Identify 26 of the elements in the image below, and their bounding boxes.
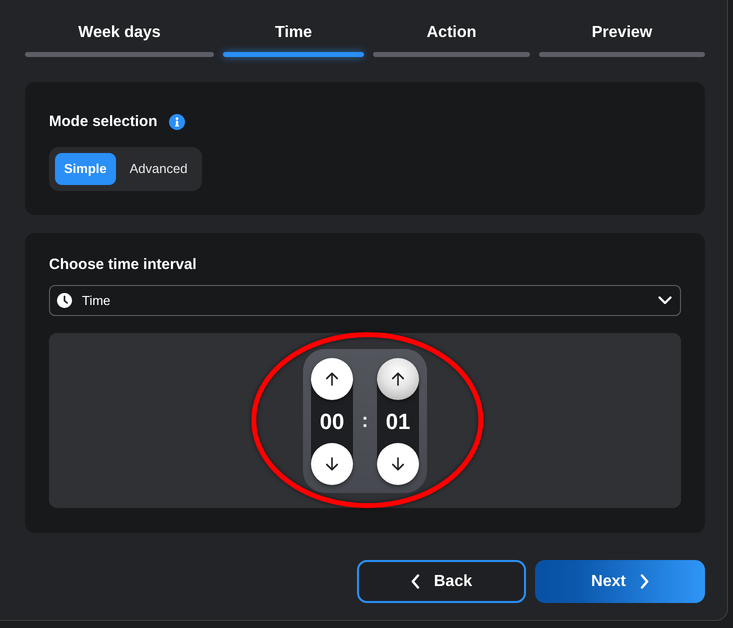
decrement-button[interactable] bbox=[377, 442, 419, 484]
arrow-up-icon bbox=[391, 372, 405, 386]
chevron-left-icon bbox=[410, 574, 420, 589]
mode-option[interactable]: Advanced bbox=[120, 153, 196, 185]
tab[interactable]: Week days bbox=[25, 23, 214, 57]
increment-button[interactable] bbox=[311, 358, 353, 400]
time-select[interactable]: Time bbox=[49, 285, 681, 316]
tab[interactable]: Time bbox=[223, 23, 364, 57]
arrow-up-icon bbox=[325, 372, 339, 386]
chevron-right-icon bbox=[640, 574, 649, 589]
clock-icon bbox=[57, 293, 72, 308]
section-title: Mode selection bbox=[49, 112, 158, 132]
arrow-down-icon bbox=[391, 456, 405, 470]
info-icon bbox=[169, 114, 186, 130]
time-value: 00 bbox=[320, 408, 344, 436]
chevron-down-icon bbox=[658, 296, 672, 305]
decrement-button[interactable] bbox=[311, 442, 353, 484]
arrow-down-icon bbox=[325, 456, 339, 470]
time-value: 01 bbox=[386, 408, 410, 436]
tab[interactable]: Preview bbox=[539, 23, 705, 57]
tab[interactable]: Action bbox=[373, 23, 530, 57]
increment-button[interactable] bbox=[377, 358, 419, 400]
next-button[interactable]: Next bbox=[535, 560, 705, 603]
back-button[interactable]: Back bbox=[357, 560, 526, 603]
section-title: Choose time interval bbox=[49, 255, 198, 275]
time-separator: : bbox=[360, 410, 370, 432]
